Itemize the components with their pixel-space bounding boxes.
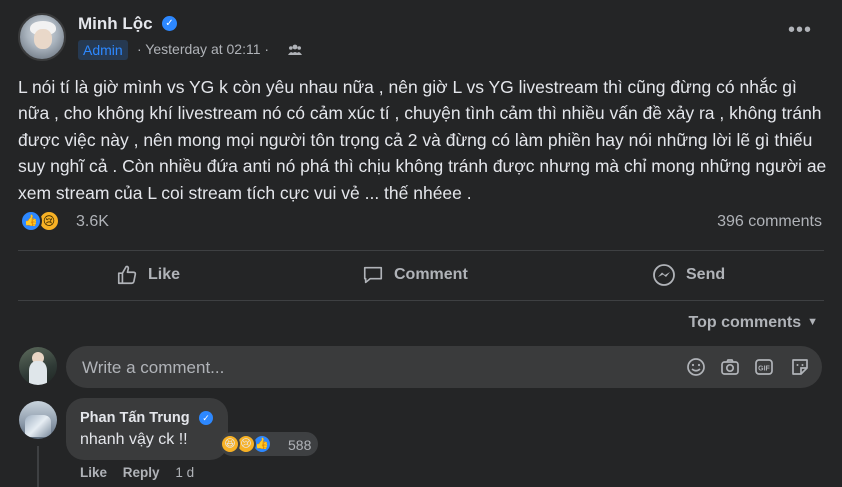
post-timestamp[interactable]: · Yesterday at 02:11 · <box>137 41 269 57</box>
svg-text:GIF: GIF <box>758 366 770 373</box>
like-button[interactable]: Like <box>116 262 180 288</box>
comment-input[interactable] <box>80 346 664 390</box>
commenter-avatar[interactable] <box>19 401 57 439</box>
comment-bubble <box>66 398 228 460</box>
avatar-body <box>29 361 47 385</box>
like-label: Like <box>148 266 181 283</box>
emoji-icon[interactable] <box>686 357 706 377</box>
avatar-landscape <box>25 415 51 437</box>
comment-like-button[interactable]: Like <box>80 465 107 480</box>
verified-badge-icon: ✓ <box>162 16 177 31</box>
comment-icon <box>363 266 383 284</box>
current-user-avatar[interactable] <box>19 347 57 385</box>
send-label: Send <box>686 266 726 283</box>
comment-composer[interactable]: GIF <box>66 346 822 390</box>
comment-reply-button[interactable]: Reply <box>123 465 160 480</box>
comment-timestamp[interactable]: 1 d <box>175 465 194 480</box>
top-comments-dropdown[interactable]: Top comments ▼ <box>689 314 819 332</box>
post-text: L nói tí là giờ mình vs YG k còn yêu nha… <box>18 77 827 203</box>
caret-down-icon: ▼ <box>807 316 818 328</box>
comment-button[interactable]: Comment <box>362 262 468 288</box>
commenter-name[interactable]: Phan Tấn Trung <box>80 410 190 426</box>
author-avatar[interactable] <box>18 13 66 61</box>
comment-text: nhanh vậy ck !! <box>80 431 188 448</box>
comments-count[interactable]: 396 comments <box>717 213 822 231</box>
like-reaction-icon: 👍 <box>20 210 42 232</box>
sticker-icon[interactable] <box>790 357 810 377</box>
comment-reaction-count[interactable]: 588 <box>288 437 311 453</box>
verified-badge-icon: ✓ <box>199 411 213 425</box>
divider <box>18 300 824 301</box>
haha-reaction-icon: 😆 <box>220 434 240 454</box>
group-icon <box>288 42 302 56</box>
messenger-icon <box>653 264 675 286</box>
more-options-button[interactable]: ••• <box>786 20 814 42</box>
reaction-count[interactable]: 3.6K <box>76 213 109 231</box>
group-icon-svg <box>288 44 302 55</box>
thread-line <box>37 446 39 487</box>
comment-label: Comment <box>394 266 468 283</box>
send-button[interactable]: Send <box>652 262 725 288</box>
top-comments-label: Top comments <box>688 314 802 331</box>
gif-icon[interactable]: GIF <box>754 357 774 377</box>
avatar-face <box>34 29 52 49</box>
camera-icon[interactable] <box>720 357 740 377</box>
divider <box>18 250 824 251</box>
comment-actions: Like Reply 1 d <box>80 465 206 480</box>
post-card: Minh Lộc ✓ Admin · Yesterday at 02:11 · … <box>0 0 842 487</box>
like-icon <box>117 265 137 285</box>
author-name[interactable]: Minh Lộc <box>78 14 153 34</box>
admin-badge: Admin <box>78 40 128 60</box>
